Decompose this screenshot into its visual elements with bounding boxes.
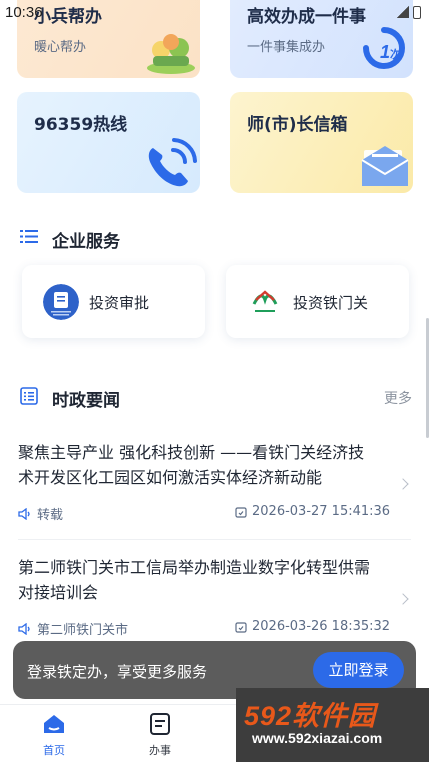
service-investment-approval[interactable]: 投资审批 (22, 265, 205, 338)
news-date: 2026-03-27 15:41:36 (235, 504, 390, 519)
chevron-right-icon (397, 593, 409, 605)
news-source-text: 转载 (37, 508, 64, 523)
watermark-brand: 592软件园 (244, 701, 377, 731)
tab-home[interactable]: 首页 (14, 705, 94, 762)
news-date-text: 2026-03-26 18:35:32 (252, 619, 391, 634)
speaker-icon (18, 622, 30, 635)
news-headline: 聚焦主导产业 强化科技创新 ——看铁门关经济技术开发区化工园区如何激活实体经济新… (18, 443, 365, 487)
login-prompt-text: 登录铁定办，享受更多服务 (27, 663, 208, 681)
once-badge-icon: 1 次 (363, 27, 405, 69)
card-title: 96359热线 (34, 115, 128, 135)
enterprise-section-title: 企业服务 (52, 232, 120, 252)
watermark-url: www.592xiazai.com (252, 730, 383, 746)
card-mayor-mailbox[interactable]: 师(市)长信箱 (230, 92, 413, 193)
login-button[interactable]: 立即登录 (313, 652, 404, 688)
watermark: 592软件园 www.592xiazai.com (236, 688, 429, 762)
battery-icon (413, 6, 421, 19)
status-time: 10:36 (5, 4, 43, 21)
card-xiaobing-bangban[interactable]: 小兵帮办 暖心帮办 (17, 0, 200, 78)
invest-tiemenguan-icon (247, 284, 283, 320)
phone-icon (148, 138, 197, 187)
news-source-text: 第二师铁门关市 (37, 623, 129, 638)
status-icons (397, 6, 421, 19)
card-title: 小兵帮办 (34, 7, 102, 27)
card-subtitle: 一件事集成办 (247, 40, 326, 55)
document-icon (150, 713, 170, 735)
service-invest-tiemenguan[interactable]: 投资铁门关 (226, 265, 409, 338)
speaker-icon (18, 507, 30, 520)
calendar-icon (235, 506, 247, 518)
news-source: 第二师铁门关市 (18, 619, 128, 638)
card-title: 师(市)长信箱 (247, 115, 348, 135)
tab-label: 首页 (43, 744, 65, 757)
svg-text:1: 1 (380, 42, 390, 62)
chevron-right-icon (397, 478, 409, 490)
news-headline: 第二师铁门关市工信局举办制造业数字化转型供需对接培训会 (18, 558, 371, 602)
card-efficient-service[interactable]: 高效办成一件事 一件事集成办 1 次 (230, 0, 413, 78)
tab-label: 办事 (149, 744, 171, 757)
tab-services[interactable]: 办事 (120, 705, 200, 762)
news-item[interactable]: 第二师铁门关市工信局举办制造业数字化转型供需对接培训会 第二师铁门关市 2026… (0, 555, 429, 645)
news-more-link[interactable]: 更多 (384, 388, 412, 408)
volunteer-mascot-icon (147, 34, 195, 74)
service-label: 投资审批 (89, 294, 150, 312)
card-subtitle: 暖心帮办 (34, 40, 87, 55)
news-source: 转载 (18, 504, 63, 523)
news-item[interactable]: 聚焦主导产业 强化科技创新 ——看铁门关经济技术开发区化工园区如何激活实体经济新… (0, 440, 429, 530)
card-hotline[interactable]: 96359热线 (17, 92, 200, 193)
card-title: 高效办成一件事 (247, 7, 366, 27)
investment-approval-icon (43, 284, 79, 320)
news-section-title: 时政要闻 (52, 391, 120, 411)
home-icon (44, 715, 64, 733)
service-label: 投资铁门关 (293, 294, 369, 312)
list-icon (20, 230, 38, 243)
news-date: 2026-03-26 18:35:32 (235, 619, 390, 634)
news-date-text: 2026-03-27 15:41:36 (252, 504, 391, 519)
news-icon (20, 387, 38, 405)
signal-icon (397, 6, 409, 18)
divider (18, 539, 411, 540)
svg-text:次: 次 (390, 47, 401, 61)
envelope-icon (361, 146, 409, 186)
calendar-icon (235, 621, 247, 633)
